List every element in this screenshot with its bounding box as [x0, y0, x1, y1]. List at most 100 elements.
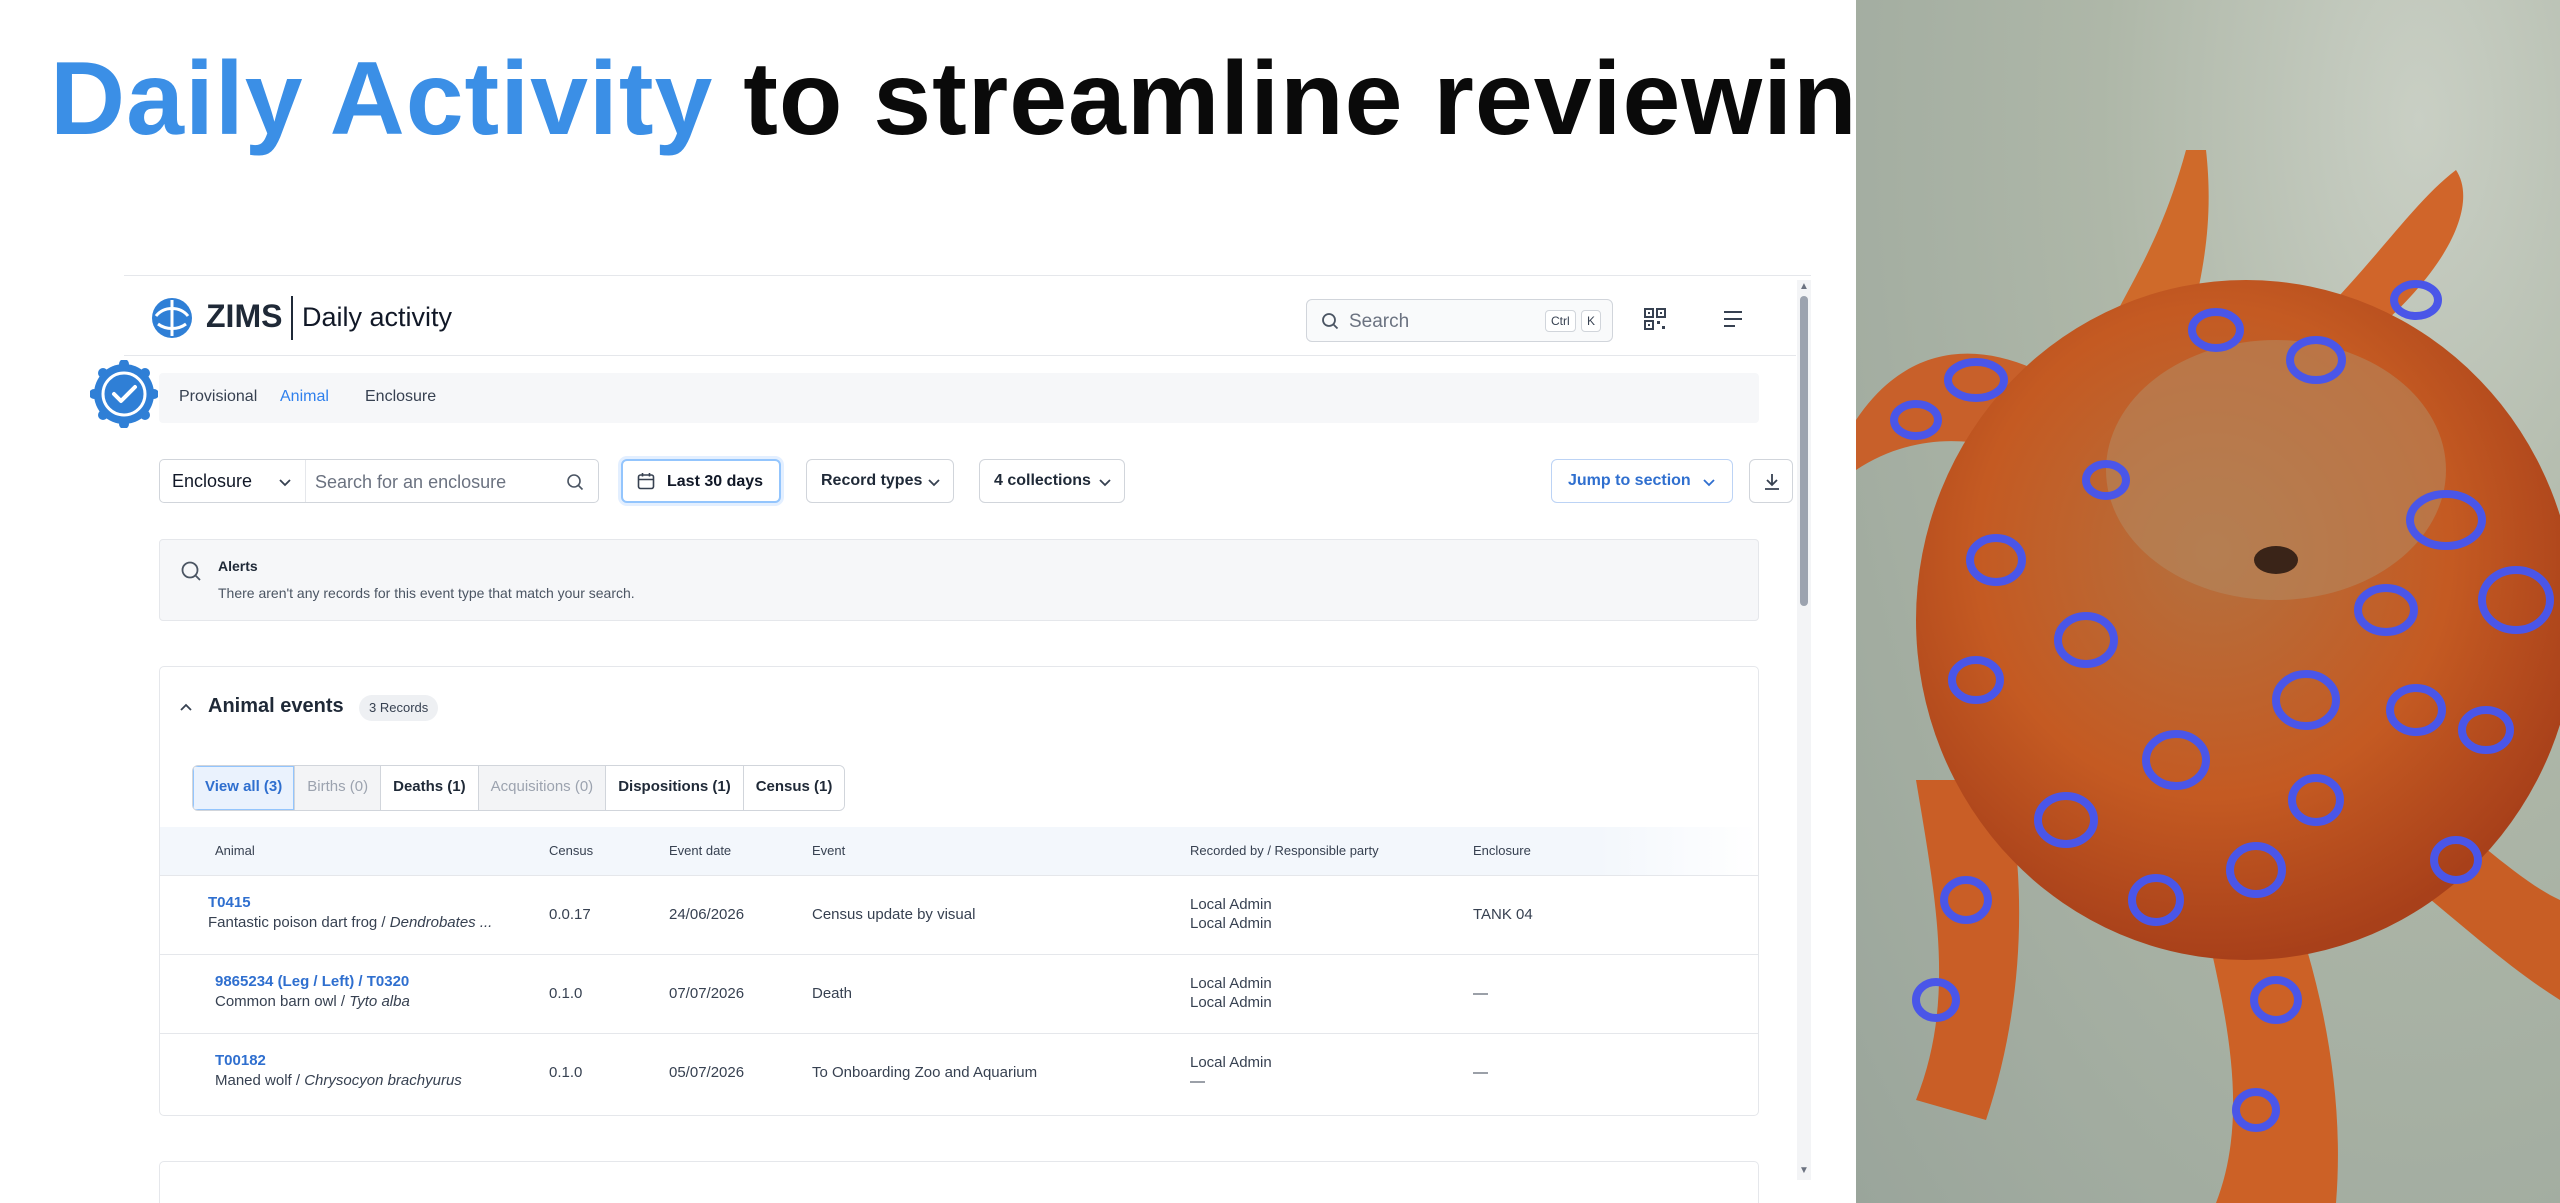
- animal-id-link[interactable]: 9865234 (Leg / Left) / T0320: [215, 973, 409, 990]
- chevron-down-icon: [1703, 479, 1715, 487]
- table-header: Animal Census Event date Event Recorded …: [160, 827, 1758, 875]
- alerts-message: There aren't any records for this event …: [218, 585, 635, 601]
- record-types-label: Record types: [821, 472, 923, 489]
- common-name: Common barn owl /: [215, 993, 350, 1010]
- enclosure-value: —: [1473, 1064, 1488, 1081]
- brand-name: ZIMS: [206, 298, 283, 334]
- common-name: Fantastic poison dart frog /: [208, 914, 390, 931]
- filter-dispositions[interactable]: Dispositions (1): [606, 766, 744, 810]
- chevron-down-icon: [928, 479, 940, 487]
- recorded-by: Local Admin: [1190, 896, 1272, 913]
- view-tabs: Provisional Animal Enclosure: [159, 373, 1759, 423]
- scroll-thumb[interactable]: [1800, 296, 1808, 606]
- census-value: 0.1.0: [549, 985, 583, 1002]
- kbd-k: K: [1581, 310, 1602, 332]
- column-header[interactable]: Recorded by / Responsible party: [1190, 843, 1379, 858]
- section-title: Animal events: [208, 695, 344, 717]
- table-row[interactable]: T00182 Maned wolf / Chrysocyon brachyuru…: [160, 1033, 1758, 1112]
- column-header[interactable]: Event date: [669, 843, 731, 858]
- common-name: Maned wolf /: [215, 1072, 305, 1089]
- responsible-party: Local Admin: [1190, 994, 1272, 1011]
- field-divider: [305, 460, 306, 502]
- animal-id-link[interactable]: T0415: [208, 894, 251, 911]
- search-icon: [181, 561, 201, 581]
- record-types-dropdown[interactable]: Record types: [806, 459, 954, 503]
- next-section-card: [159, 1161, 1759, 1203]
- filter-acquisitions[interactable]: Acquisitions (0): [478, 766, 607, 810]
- table-row[interactable]: 9865234 (Leg / Left) / T0320 Common barn…: [160, 954, 1758, 1033]
- recorded-by: Local Admin: [1190, 1054, 1272, 1071]
- brand-divider: [291, 296, 293, 340]
- search-placeholder: Search: [1349, 311, 1410, 332]
- enclosure-search-field[interactable]: Enclosure Search for an enclosure: [159, 459, 599, 503]
- qr-code-icon[interactable]: [1644, 308, 1666, 330]
- animal-species: Maned wolf / Chrysocyon brachyurus: [215, 1072, 462, 1089]
- zims-logo-icon: [152, 298, 192, 338]
- octopus-photo: [1856, 0, 2560, 1203]
- tab-enclosure[interactable]: Enclosure: [365, 388, 436, 406]
- responsible-party: —: [1190, 1073, 1205, 1090]
- app-window: ZIMS Daily activity Search Ctrl K Provis…: [124, 275, 1811, 1203]
- column-header[interactable]: Enclosure: [1473, 843, 1531, 858]
- date-range-label: Last 30 days: [667, 473, 764, 490]
- column-header[interactable]: Event: [812, 843, 845, 858]
- calendar-icon: [637, 473, 655, 490]
- census-value: 0.1.0: [549, 1064, 583, 1081]
- page-title: Daily activity: [302, 302, 453, 332]
- event-description: Census update by visual: [812, 906, 976, 923]
- alerts-title: Alerts: [218, 558, 258, 574]
- slide-headline: Daily Activity to streamline reviewing: [50, 40, 1922, 159]
- event-date: 07/07/2026: [669, 985, 745, 1002]
- chevron-down-icon: [1099, 479, 1111, 487]
- animal-species: Fantastic poison dart frog / Dendrobates…: [208, 914, 520, 931]
- column-header[interactable]: Animal: [215, 843, 255, 858]
- download-button[interactable]: [1749, 459, 1793, 503]
- chevron-down-icon: [279, 479, 291, 487]
- filter-census[interactable]: Census (1): [743, 766, 845, 810]
- animal-events-card: Animal events 3 Records View all (3) Bir…: [159, 666, 1759, 1116]
- filter-births[interactable]: Births (0): [295, 766, 382, 810]
- filter-view-all[interactable]: View all (3): [193, 766, 296, 810]
- recorded-by: Local Admin: [1190, 975, 1272, 992]
- animal-id-link[interactable]: T00182: [215, 1052, 266, 1069]
- jump-to-section-dropdown[interactable]: Jump to section: [1551, 459, 1733, 503]
- vertical-scrollbar[interactable]: ▲ ▼: [1797, 280, 1811, 1180]
- event-date: 05/07/2026: [669, 1064, 745, 1081]
- collections-label: 4 collections: [994, 472, 1091, 489]
- menu-icon[interactable]: [1722, 309, 1744, 329]
- event-description: Death: [812, 985, 853, 1002]
- verified-badge-icon: [90, 360, 158, 428]
- scientific-name: Dendrobates ...: [389, 914, 493, 931]
- enclosure-search-placeholder[interactable]: Search for an enclosure: [315, 472, 506, 493]
- enclosure-type-select[interactable]: Enclosure: [172, 471, 252, 492]
- responsible-party: Local Admin: [1190, 915, 1272, 932]
- chevron-up-icon[interactable]: [178, 699, 194, 715]
- records-count-badge: 3 Records: [359, 695, 439, 721]
- headline-accent: Daily Activity: [50, 41, 714, 157]
- download-icon: [1765, 474, 1779, 490]
- global-search-input[interactable]: Search Ctrl K: [1306, 299, 1613, 342]
- tab-animal[interactable]: Animal: [280, 388, 329, 406]
- event-type-filter: View all (3) Births (0) Deaths (1) Acqui…: [192, 765, 846, 811]
- kbd-ctrl: Ctrl: [1545, 310, 1576, 332]
- app-header: ZIMS Daily activity Search Ctrl K: [124, 276, 1796, 356]
- census-value: 0.0.17: [549, 906, 591, 923]
- filter-bar: Enclosure Search for an enclosure Last 3…: [159, 459, 1793, 507]
- event-description: To Onboarding Zoo and Aquarium: [812, 1064, 1038, 1081]
- scroll-up-icon[interactable]: ▲: [1799, 282, 1809, 292]
- jump-label: Jump to section: [1568, 472, 1691, 489]
- search-icon[interactable]: [566, 473, 584, 491]
- alerts-panel: Alerts There aren't any records for this…: [159, 539, 1759, 621]
- headline-rest: to streamline reviewing: [743, 41, 1923, 157]
- filter-deaths[interactable]: Deaths (1): [381, 766, 479, 810]
- enclosure-value: TANK 04: [1473, 906, 1533, 923]
- animal-species: Common barn owl / Tyto alba: [215, 993, 410, 1010]
- column-header[interactable]: Census: [549, 843, 593, 858]
- table-row[interactable]: T0415 Fantastic poison dart frog / Dendr…: [160, 875, 1758, 954]
- tab-provisional[interactable]: Provisional: [179, 388, 257, 406]
- collections-dropdown[interactable]: 4 collections: [979, 459, 1125, 503]
- date-range-button[interactable]: Last 30 days: [621, 459, 781, 503]
- enclosure-value: —: [1473, 985, 1488, 1002]
- scroll-down-icon[interactable]: ▼: [1799, 1166, 1809, 1176]
- scientific-name: Chrysocyon brachyurus: [304, 1072, 462, 1089]
